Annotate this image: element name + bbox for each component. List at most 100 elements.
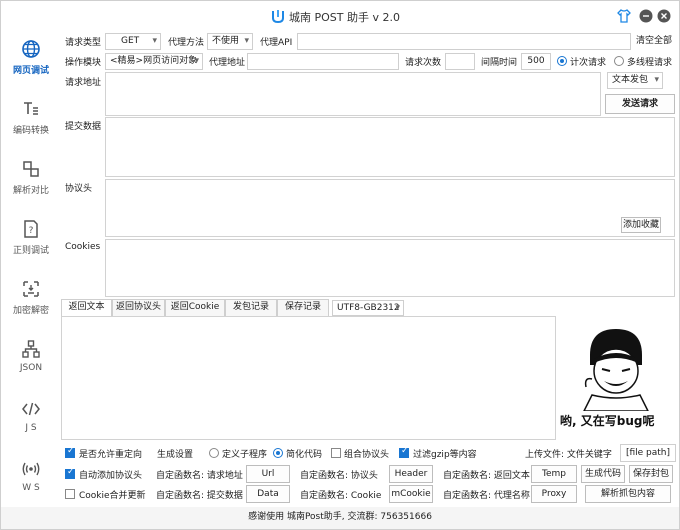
compare-icon (23, 161, 39, 177)
meme-panel: 哟, 又在写bug呢 (556, 317, 674, 439)
send-request-button[interactable]: 发送请求 (605, 94, 675, 114)
auto-headers-label: 自动添加协议头 (79, 471, 143, 481)
custom-program-label: 定义子程序 (222, 450, 268, 460)
sidebar-item-ws[interactable]: W S (1, 451, 61, 511)
interval-label: 间隔时间 (481, 58, 518, 68)
proxy-api-input[interactable] (297, 33, 631, 50)
shirt-icon[interactable] (617, 9, 631, 23)
request-count-input[interactable] (445, 53, 475, 70)
add-favorite-button[interactable]: 添加收藏 (621, 217, 661, 233)
func-cookie-input[interactable]: mCookie (389, 485, 433, 503)
websocket-icon (22, 462, 40, 476)
func-proxy-input[interactable]: Proxy (531, 485, 577, 503)
cookie-merge-label: Cookie合并更新 (79, 491, 146, 501)
sidebar-item-web-debug[interactable]: 网页调试 (1, 31, 61, 91)
count-mode-label: 计次请求 (570, 58, 607, 68)
meme-caption: 哟, 又在写bug呢 (560, 414, 655, 428)
module-label: 操作模块 (65, 58, 102, 68)
allow-redirect-checkbox[interactable] (65, 446, 75, 458)
simplify-code-radio[interactable] (273, 448, 283, 458)
minimize-icon[interactable] (639, 9, 653, 23)
method-select[interactable]: GET (105, 33, 161, 50)
send-mode-select[interactable]: 文本发包 (607, 72, 663, 89)
interval-input[interactable]: 500 (521, 53, 551, 70)
sidebar-item-crypto[interactable]: 加密解密 (1, 271, 61, 331)
sidebar-item-label: JSON (19, 363, 43, 373)
sidebar-item-label: 加密解密 (12, 306, 49, 316)
proxy-method-select[interactable]: 不使用 (207, 33, 253, 50)
encoding-value: UTF8-GB2312 (337, 303, 400, 313)
headers-textarea[interactable] (105, 179, 675, 237)
filter-gzip-label: 过滤gzip等内容 (413, 450, 477, 460)
file-path-input[interactable]: [file path] (620, 444, 676, 462)
clear-all-button[interactable]: 清空全部 (635, 33, 673, 51)
response-textarea[interactable] (61, 316, 556, 440)
post-data-label: 提交数据 (65, 122, 102, 132)
post-data-textarea[interactable] (105, 117, 675, 177)
proxy-address-input[interactable] (247, 53, 399, 70)
interval-value: 500 (527, 56, 545, 66)
headers-label: 协议头 (65, 184, 93, 194)
custom-program-radio[interactable] (209, 448, 219, 458)
tab-response-headers[interactable]: 返回协议头 (112, 299, 165, 316)
proxy-method-label: 代理方法 (168, 38, 205, 48)
code-icon (22, 402, 40, 416)
auto-headers-checkbox[interactable] (65, 467, 75, 479)
func-header-input[interactable]: Header (389, 465, 433, 483)
method-label: 请求类型 (65, 38, 102, 48)
tab-response-text[interactable]: 返回文本 (61, 299, 112, 316)
window-title: 城南 POST 助手 v 2.0 (271, 9, 400, 25)
cookie-merge-checkbox[interactable] (65, 489, 75, 499)
module-value: <精易>网页访问对象 (110, 56, 198, 66)
parse-packet-button[interactable]: 解析抓包内容 (585, 485, 671, 503)
sidebar-item-label: 解析对比 (12, 186, 49, 196)
func-return-label: 自定函数名: 返回文本 (443, 471, 530, 481)
close-icon[interactable] (657, 9, 671, 23)
window-title-text: 城南 POST 助手 v 2.0 (289, 11, 400, 24)
sidebar-item-label: 网页调试 (12, 66, 49, 76)
simplify-code-label: 简化代码 (286, 450, 323, 460)
func-data-label: 自定函数名: 提交数据 (156, 491, 243, 501)
sidebar-item-regex[interactable]: ? 正则调试 (1, 211, 61, 271)
func-url-input[interactable]: Url (246, 465, 290, 483)
tab-send-log[interactable]: 发包记录 (225, 299, 277, 316)
sidebar-item-encoding[interactable]: 编码转换 (1, 91, 61, 151)
generate-code-button[interactable]: 生成代码 (581, 465, 625, 483)
request-count-label: 请求次数 (405, 58, 442, 68)
func-url-label: 自定函数名: 请求地址 (156, 471, 243, 481)
sidebar-item-label: 编码转换 (12, 126, 49, 136)
filter-gzip-checkbox[interactable] (399, 446, 409, 458)
proxy-api-label: 代理API (260, 38, 293, 48)
combine-headers-checkbox[interactable] (331, 448, 341, 458)
sidebar: 网页调试 编码转换 解析对比 ? 正则调试 加密解密 JSON J S W S (1, 31, 61, 507)
encoding-select[interactable]: UTF8-GB2312 (332, 300, 404, 316)
func-return-input[interactable]: Temp (531, 465, 577, 483)
tree-icon (22, 340, 40, 358)
func-cookie-label: 自定函数名: Cookie (300, 491, 382, 501)
svg-text:?: ? (29, 226, 34, 236)
status-bar: 感谢使用 城南Post助手, 交流群: 756351666 (1, 507, 679, 529)
func-data-input[interactable]: Data (246, 485, 290, 503)
send-mode-value: 文本发包 (612, 75, 649, 85)
sidebar-item-compare[interactable]: 解析对比 (1, 151, 61, 211)
count-mode-radio[interactable] (557, 56, 567, 66)
tab-response-cookie[interactable]: 返回Cookie (165, 299, 225, 316)
tab-save-log[interactable]: 保存记录 (277, 299, 329, 316)
app-logo-icon (272, 10, 284, 23)
url-textarea[interactable] (105, 72, 601, 116)
sidebar-item-label: W S (22, 483, 40, 493)
save-packet-button[interactable]: 保存封包 (629, 465, 673, 483)
text-format-icon (24, 102, 38, 115)
proxy-method-value: 不使用 (212, 36, 240, 46)
sidebar-item-js[interactable]: J S (1, 391, 61, 451)
url-label: 请求地址 (65, 78, 102, 88)
sidebar-item-json[interactable]: JSON (1, 331, 61, 391)
globe-icon (22, 40, 40, 58)
multi-thread-radio[interactable] (614, 56, 624, 66)
sidebar-item-label: 正则调试 (12, 246, 49, 256)
gen-settings-label: 生成设置 (157, 450, 194, 460)
cookies-textarea[interactable] (105, 239, 675, 297)
cookies-label: Cookies (65, 242, 101, 252)
module-select[interactable]: <精易>网页访问对象 (105, 53, 203, 70)
title-bar: 城南 POST 助手 v 2.0 (1, 1, 679, 31)
